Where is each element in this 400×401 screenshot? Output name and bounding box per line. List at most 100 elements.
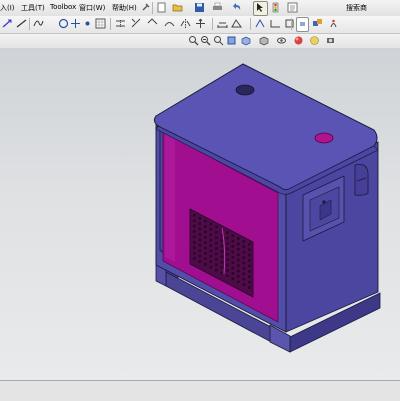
grille-hole <box>226 247 229 251</box>
view-toolbar <box>0 34 400 48</box>
mirror-icon[interactable] <box>180 18 191 29</box>
grille-hole <box>248 243 251 246</box>
menu-tools[interactable]: 工具(T) <box>21 3 45 13</box>
appearance-icon[interactable] <box>293 35 304 46</box>
search-commands-label[interactable]: 搜索商 <box>346 3 367 13</box>
menu-help[interactable]: 帮助(H) <box>112 3 137 13</box>
feature-icon[interactable] <box>255 18 266 29</box>
grille-hole <box>248 275 251 278</box>
panel-screw-icon <box>322 200 326 204</box>
grille-hole <box>193 246 196 249</box>
separator <box>250 18 251 30</box>
grille-hole <box>204 225 207 228</box>
graphics-area[interactable] <box>0 48 400 380</box>
grille-hole <box>209 222 213 226</box>
grille-hole <box>204 263 207 266</box>
convert-icon[interactable] <box>147 18 158 29</box>
grille-hole <box>237 269 240 273</box>
dimension-icon[interactable] <box>217 18 228 29</box>
trim-icon[interactable] <box>131 18 142 29</box>
previous-view-icon[interactable] <box>213 35 224 46</box>
grille-hole <box>237 237 240 240</box>
grille-hole <box>231 234 235 237</box>
spline-icon[interactable] <box>33 18 44 29</box>
grille-hole <box>209 255 213 258</box>
save-icon[interactable] <box>194 2 205 13</box>
print-icon[interactable] <box>212 2 223 13</box>
grid-icon[interactable] <box>95 18 106 29</box>
grille-hole <box>215 231 218 234</box>
fillet-icon[interactable] <box>270 18 281 29</box>
grille-hole <box>242 261 246 265</box>
separator <box>110 18 111 30</box>
sheet-icon[interactable] <box>296 17 309 32</box>
grille-hole <box>242 240 246 243</box>
new-doc-icon[interactable] <box>156 2 167 13</box>
grille-hole <box>231 245 235 248</box>
cabinet-model[interactable] <box>0 48 400 380</box>
move-icon[interactable] <box>195 18 206 29</box>
grille-hole <box>242 283 246 286</box>
grille-hole <box>231 255 235 259</box>
grille-hole <box>248 253 251 257</box>
grille-hole <box>237 242 240 246</box>
grille-hole <box>209 265 213 269</box>
grille-hole <box>220 271 224 275</box>
reference-icon[interactable] <box>284 18 295 29</box>
menu-toolbox[interactable]: Toolbox <box>50 3 76 11</box>
options-icon[interactable] <box>287 2 298 13</box>
evaluate-icon[interactable] <box>328 18 339 29</box>
separator <box>291 18 292 30</box>
grille-hole <box>215 225 218 229</box>
circle-icon[interactable] <box>58 18 69 29</box>
undo-icon[interactable] <box>232 2 243 13</box>
grille-hole <box>226 236 229 240</box>
grille-hole <box>220 239 224 242</box>
hide-show-icon[interactable] <box>276 35 287 46</box>
point-icon[interactable] <box>70 18 81 29</box>
grille-hole <box>231 261 235 264</box>
offset-icon[interactable] <box>164 18 175 29</box>
rapid-sketch-icon[interactable] <box>231 18 242 29</box>
grille-hole <box>204 241 207 244</box>
line-icon[interactable] <box>16 18 27 29</box>
section-view-icon[interactable] <box>226 35 237 46</box>
grille-hole <box>215 241 218 245</box>
assembly-icon[interactable] <box>312 18 323 29</box>
sketch-icon[interactable] <box>2 18 13 29</box>
centerpoint-icon[interactable] <box>82 18 93 29</box>
relations-icon[interactable] <box>115 18 126 29</box>
pin-icon[interactable] <box>140 2 151 13</box>
grille-hole <box>215 263 218 266</box>
open-icon[interactable] <box>172 2 183 13</box>
zoom-area-icon[interactable] <box>200 35 211 46</box>
grille-hole <box>198 238 202 242</box>
grille-hole <box>226 263 229 267</box>
display-style-icon[interactable] <box>258 35 269 46</box>
view-settings-icon[interactable] <box>325 35 336 46</box>
grille-hole <box>209 249 213 253</box>
menu-insert[interactable]: 入(I) <box>0 3 15 13</box>
grille-hole <box>215 247 218 250</box>
view-orientation-icon[interactable] <box>240 35 251 46</box>
grille-hole <box>237 248 240 251</box>
grille-hole <box>242 277 246 281</box>
grille-hole <box>204 219 207 223</box>
grille-hole <box>209 260 213 264</box>
grille-hole <box>242 272 246 276</box>
grille-hole <box>204 252 207 255</box>
grille-hole <box>198 216 202 220</box>
zoom-fit-icon[interactable] <box>188 35 199 46</box>
grille-hole <box>220 266 224 269</box>
grille-hole <box>198 260 202 263</box>
grille-hole <box>215 236 218 239</box>
grille-hole <box>215 268 218 272</box>
rebuild-icon[interactable] <box>270 2 281 13</box>
menu-window[interactable]: 窗口(W) <box>79 3 105 13</box>
scene-icon[interactable] <box>309 35 320 46</box>
grille-hole <box>248 264 251 268</box>
grille-hole <box>220 260 224 264</box>
grille-hole <box>220 255 224 259</box>
grille-hole <box>198 227 202 231</box>
select-icon[interactable] <box>253 1 268 16</box>
